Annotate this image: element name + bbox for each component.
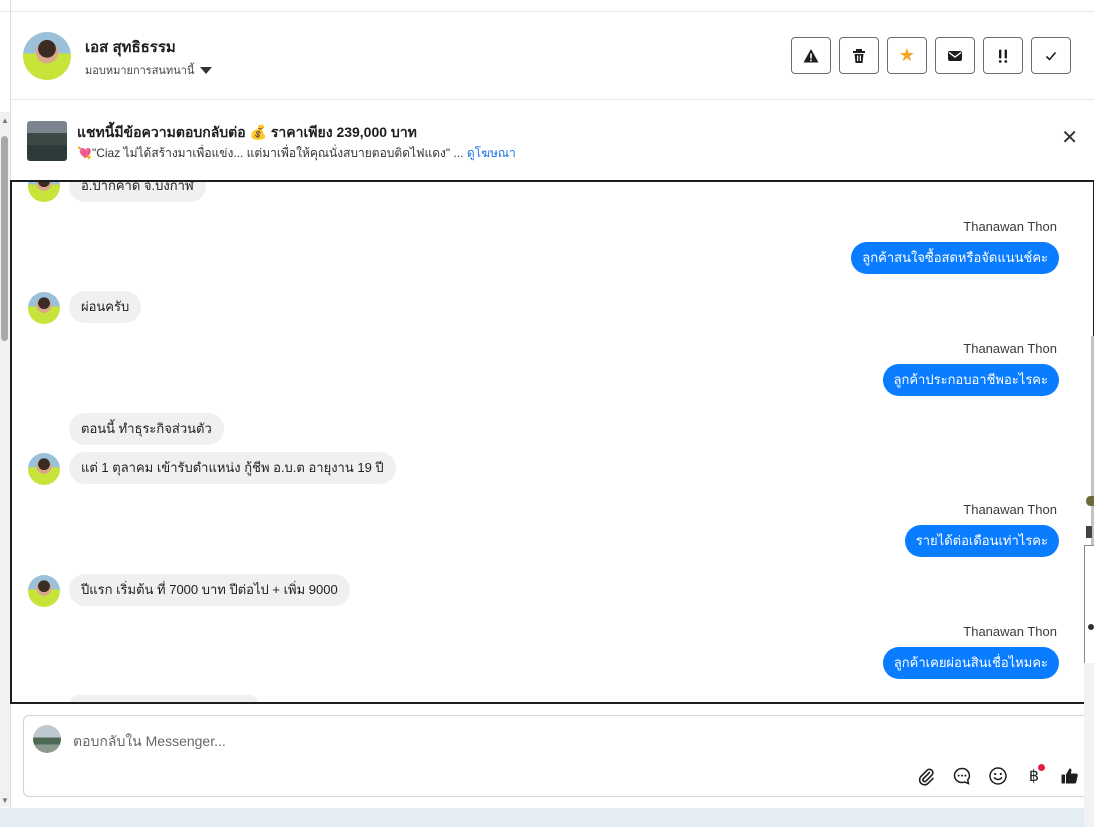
icon-fragment xyxy=(1086,526,1092,538)
outgoing-message[interactable]: ลูกค้าสนใจซื้อสดหรือจัดแนนช์คะ xyxy=(851,242,1059,274)
contact-avatar[interactable] xyxy=(23,32,71,80)
thumbs-up-icon[interactable] xyxy=(1058,764,1082,788)
sender-avatar[interactable] xyxy=(28,182,60,202)
sender-avatar[interactable] xyxy=(28,453,60,485)
ad-description-text: 💘"Ciaz ไม่ได้สร้างมาเพื่อแข่ง... แต่มาเพ… xyxy=(77,146,464,160)
incoming-message-clipped[interactable] xyxy=(69,695,259,702)
reply-input[interactable]: ตอบกลับใน Messenger... xyxy=(73,731,226,753)
sender-name: Thanawan Thon xyxy=(963,624,1057,639)
saved-reply-icon[interactable] xyxy=(950,764,974,788)
icon-fragment xyxy=(1088,624,1094,630)
conversation-toolbar: ★ xyxy=(791,37,1071,74)
star-button[interactable]: ★ xyxy=(887,37,927,74)
assign-conversation-dropdown[interactable]: มอบหมายการสนทนานี้ xyxy=(85,61,213,79)
sender-name: Thanawan Thon xyxy=(963,341,1057,356)
ad-reply-banner: แชทนี้มีข้อความตอบกลับต่อ 💰 ราคาเพียง 23… xyxy=(11,101,1094,179)
side-panel-fill xyxy=(1084,663,1094,827)
follow-up-button[interactable] xyxy=(983,37,1023,74)
priority-icon xyxy=(998,49,1008,63)
attachment-icon[interactable] xyxy=(914,764,938,788)
sender-name: Thanawan Thon xyxy=(963,502,1057,517)
ad-thumbnail[interactable] xyxy=(27,121,67,161)
incoming-message[interactable]: ปีแรก เริ่มต้น ที่ 7000 บาท ปีต่อไป + เพ… xyxy=(69,574,350,606)
star-icon: ★ xyxy=(898,45,916,65)
view-ad-link[interactable]: ดูโฆษณา xyxy=(467,146,516,160)
warning-icon xyxy=(803,48,819,62)
reply-composer[interactable]: ตอบกลับใน Messenger... ฿ xyxy=(23,715,1094,797)
incoming-message[interactable]: ตอนนี้ ทำธุระกิจส่วนตัว xyxy=(69,413,224,445)
outgoing-message[interactable]: ลูกค้าเคยผ่อนสินเชื่อไหมคะ xyxy=(882,647,1059,679)
sender-avatar[interactable] xyxy=(28,292,60,324)
inbox-window: ▲ ▼ เอส สุทธิธรรม มอบหมายการสนทนานี้ ★ แ… xyxy=(0,0,1094,827)
ad-description: 💘"Ciaz ไม่ได้สร้างมาเพื่อแข่ง... แต่มาเพ… xyxy=(77,144,516,163)
outgoing-message[interactable]: รายได้ต่อเดือนเท่าไรคะ xyxy=(904,525,1059,557)
caret-down-icon xyxy=(200,66,213,74)
mail-icon xyxy=(948,50,962,61)
scroll-thumb[interactable] xyxy=(1,136,8,341)
conversation-header: เอส สุทธิธรรม มอบหมายการสนทนานี้ ★ xyxy=(11,12,1094,100)
scroll-down-icon[interactable]: ▼ xyxy=(1,796,9,805)
outgoing-message[interactable]: ลูกค้าประกอบอาชีพอะไรคะ xyxy=(882,364,1059,396)
sender-name: Thanawan Thon xyxy=(963,219,1057,234)
incoming-message[interactable]: แต่ 1 ตุลาคม เข้ารับตำแหน่ง กู้ชีพ อ.บ.ต… xyxy=(69,452,396,484)
notification-dot xyxy=(1038,764,1045,771)
mark-unread-button[interactable] xyxy=(935,37,975,74)
ad-title: แชทนี้มีข้อความตอบกลับต่อ 💰 ราคาเพียง 23… xyxy=(77,124,417,140)
left-scrollbar[interactable]: ▲ ▼ xyxy=(0,112,10,807)
incoming-message[interactable]: อ.ปากคาด จ.บึงกาฬ xyxy=(69,182,206,202)
contact-name[interactable]: เอส สุทธิธรรม xyxy=(85,35,176,59)
sender-avatar[interactable] xyxy=(28,575,60,607)
adjacent-panel-edge xyxy=(1084,488,1094,827)
emoji-icon[interactable] xyxy=(986,764,1010,788)
trash-icon xyxy=(853,48,865,63)
mark-done-button[interactable] xyxy=(1031,37,1071,74)
delete-button[interactable] xyxy=(839,37,879,74)
assign-label: มอบหมายการสนทนานี้ xyxy=(85,65,195,77)
composer-actions: ฿ xyxy=(914,764,1082,788)
baht-payment-icon[interactable]: ฿ xyxy=(1022,764,1046,788)
page-bottom-band xyxy=(0,808,1094,827)
page-avatar xyxy=(33,725,61,753)
message-thread[interactable]: อ.ปากคาด จ.บึงกาฬ Thanawan Thon ลูกค้าสน… xyxy=(10,180,1094,704)
check-icon xyxy=(1045,51,1057,61)
incoming-message[interactable]: ผ่อนครับ xyxy=(69,291,142,323)
close-icon[interactable]: ✕ xyxy=(1061,128,1078,148)
avatar-fragment xyxy=(1086,496,1094,506)
scroll-up-icon[interactable]: ▲ xyxy=(1,116,9,125)
mark-spam-button[interactable] xyxy=(791,37,831,74)
